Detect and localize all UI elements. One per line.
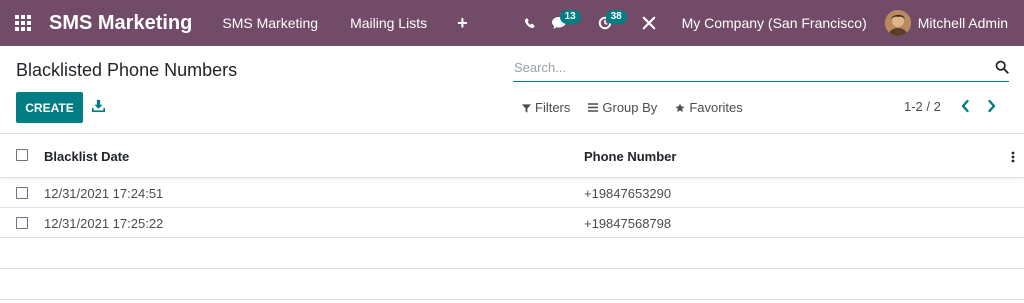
empty-row [0, 238, 1024, 269]
phone-icon[interactable] [518, 0, 542, 46]
search-icon[interactable] [995, 60, 1009, 79]
blacklist-date-cell: 12/31/2021 17:25:22 [44, 216, 164, 231]
previous-page-icon[interactable] [960, 99, 970, 118]
pager-value[interactable]: 1-2 / 2 [904, 99, 941, 114]
group-by-label: Group By [602, 100, 658, 115]
table-header: Blacklist Date Phone Number [0, 133, 1024, 178]
column-header-phone-number[interactable]: Phone Number [584, 149, 676, 164]
add-menu-button[interactable]: + [443, 13, 482, 34]
optional-columns-icon[interactable] [1011, 150, 1015, 168]
empty-row [0, 269, 1024, 300]
apps-menu-icon[interactable] [0, 0, 46, 46]
row-checkbox[interactable] [16, 187, 28, 199]
messages-badge: 13 [559, 10, 581, 24]
column-header-blacklist-date[interactable]: Blacklist Date [44, 149, 129, 164]
avatar [884, 10, 911, 36]
next-page-icon[interactable] [987, 99, 997, 118]
filters-label: Filters [535, 100, 571, 115]
debug-tools-icon[interactable] [634, 0, 664, 46]
menu-sms-marketing[interactable]: SMS Marketing [206, 15, 334, 31]
messages-icon[interactable]: 13 [542, 0, 588, 46]
app-title[interactable]: SMS Marketing [49, 12, 192, 35]
menu-mailing-lists[interactable]: Mailing Lists [334, 15, 443, 31]
user-menu[interactable]: Mitchell Admin [884, 10, 1024, 36]
phone-number-cell: +19847568798 [584, 216, 672, 231]
search-bar [513, 54, 1009, 82]
filters-toggle[interactable]: Filters [522, 100, 570, 115]
filter-icon [522, 103, 531, 112]
list-icon [588, 103, 599, 112]
phone-number-cell: +19847653290 [584, 186, 672, 201]
star-icon [675, 103, 685, 112]
company-switcher[interactable]: My Company (San Francisco) [664, 15, 885, 31]
create-button[interactable]: CREATE [16, 92, 83, 123]
top-navbar: SMS Marketing SMS Marketing Mailing List… [0, 0, 1024, 46]
download-icon[interactable] [92, 99, 105, 117]
user-name: Mitchell Admin [917, 15, 1008, 31]
activities-icon[interactable]: 38 [588, 0, 634, 46]
table-row[interactable]: 12/31/2021 17:25:22 +19847568798 [0, 208, 1024, 238]
activities-badge: 38 [605, 10, 627, 24]
list-view: Blacklist Date Phone Number 12/31/2021 1… [0, 133, 1024, 300]
search-input[interactable] [513, 54, 983, 80]
favorites-toggle[interactable]: Favorites [675, 100, 743, 115]
select-all-checkbox[interactable] [16, 149, 28, 161]
search-options: Filters Group By Favorites [522, 100, 761, 115]
group-by-toggle[interactable]: Group By [588, 100, 657, 115]
favorites-label: Favorites [689, 100, 743, 115]
page-title: Blacklisted Phone Numbers [16, 60, 238, 80]
row-checkbox[interactable] [16, 217, 28, 229]
table-row[interactable]: 12/31/2021 17:24:51 +19847653290 [0, 178, 1024, 208]
blacklist-date-cell: 12/31/2021 17:24:51 [44, 186, 164, 201]
